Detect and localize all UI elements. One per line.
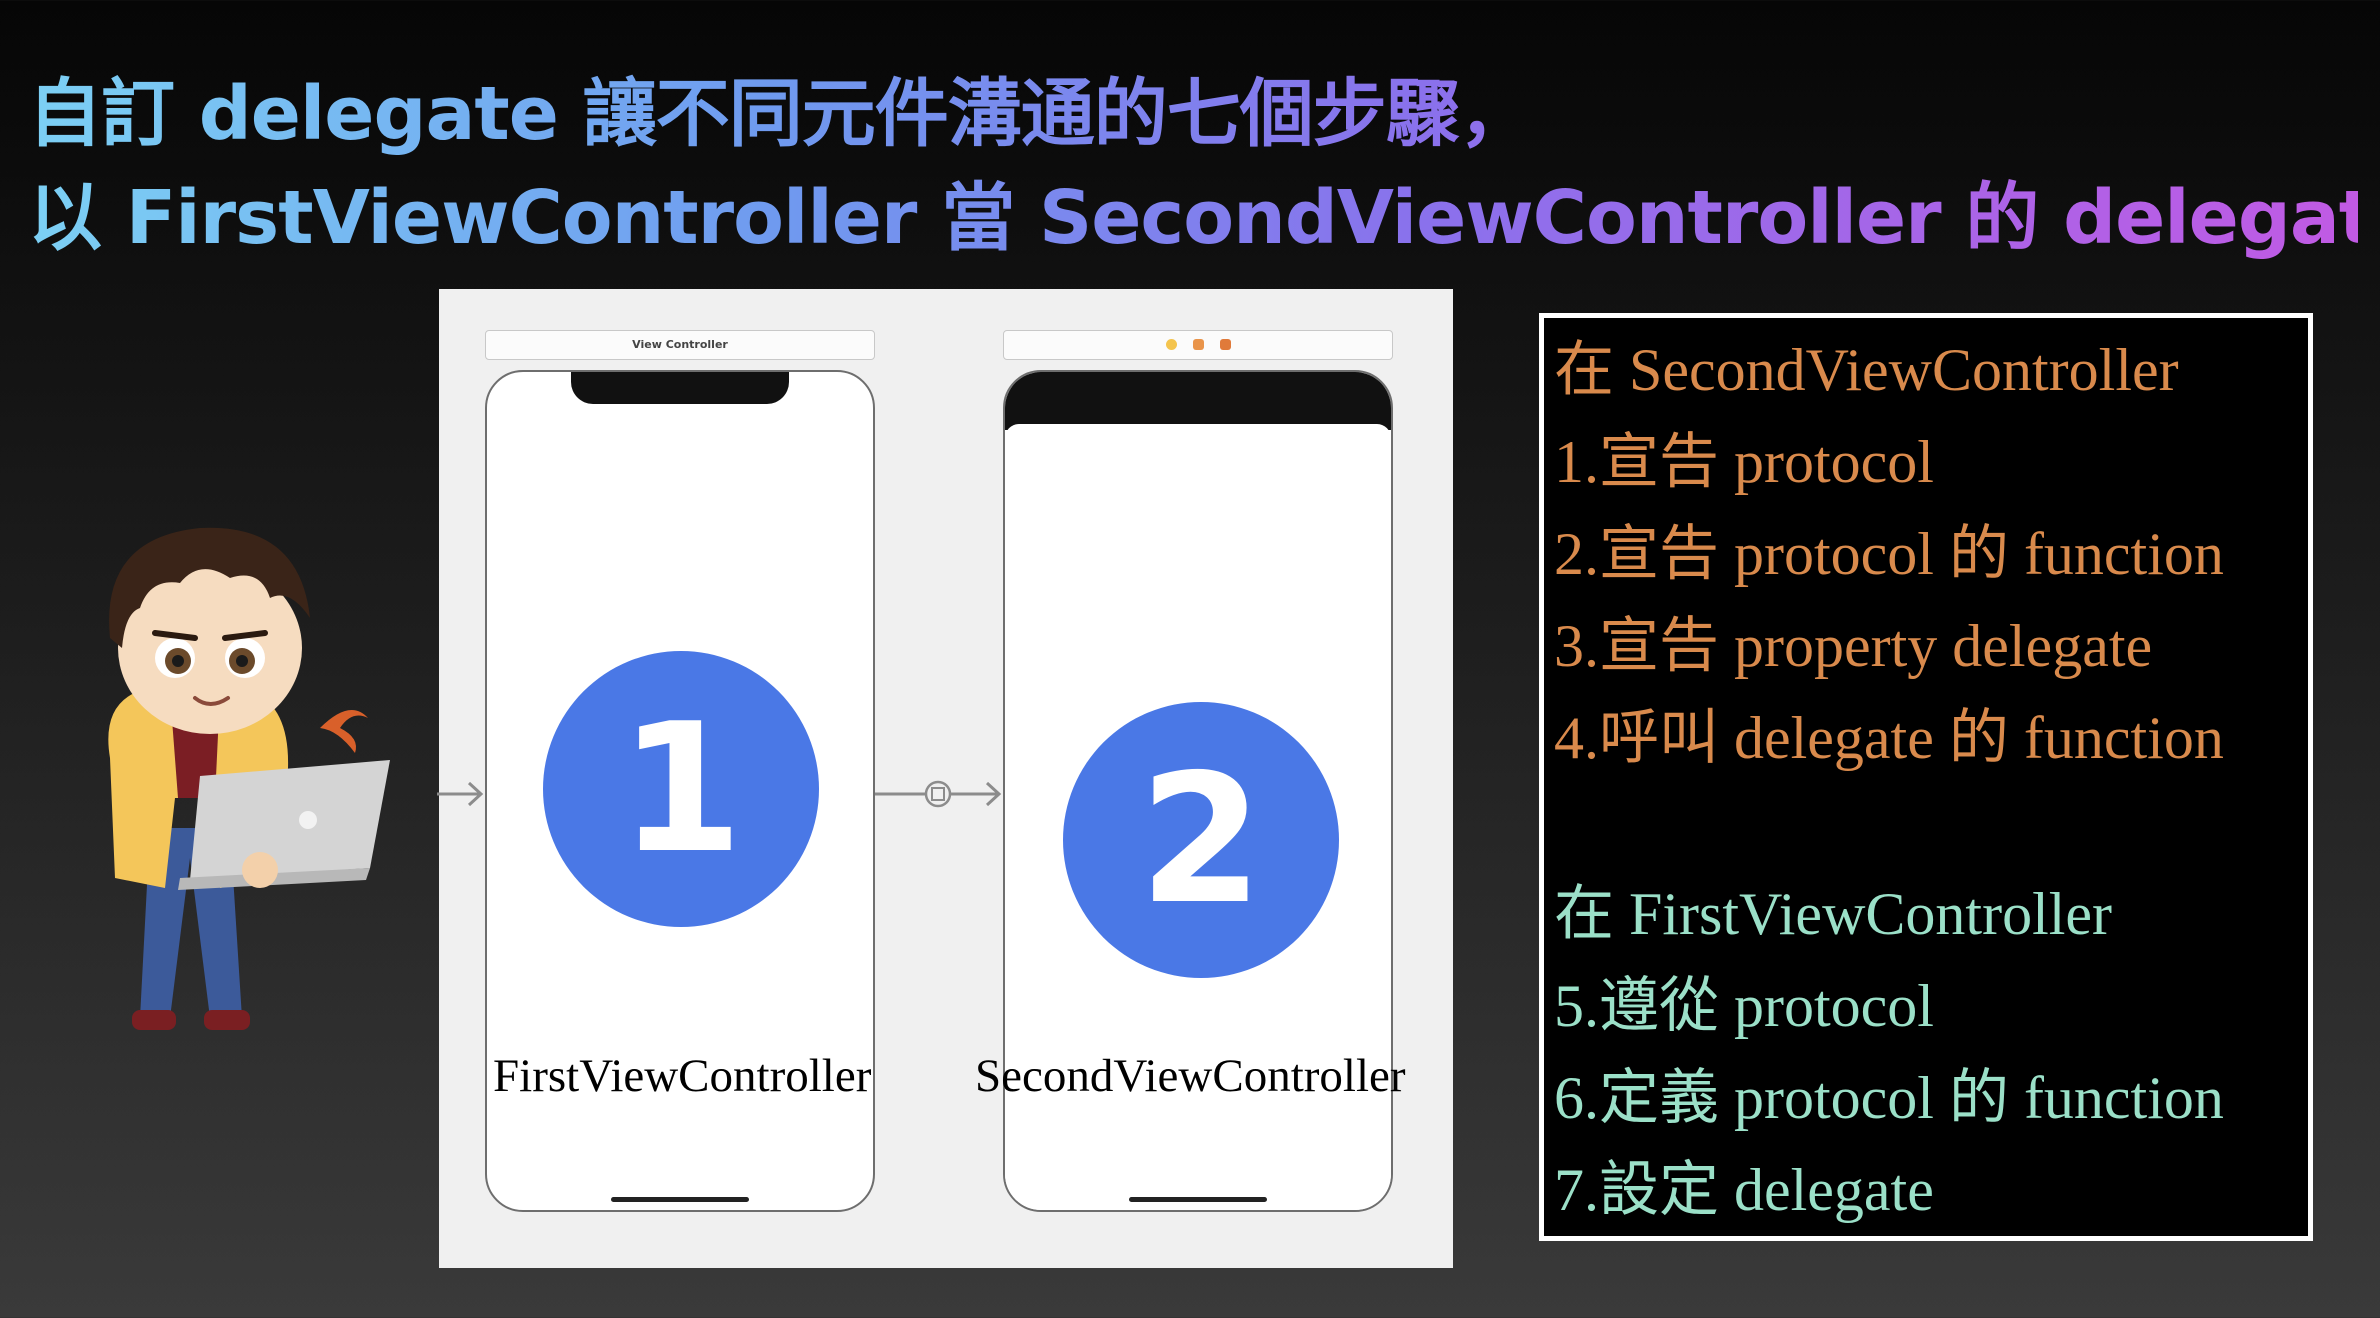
modal-presentation-top [1005,372,1391,430]
phone-notch [571,372,789,404]
steps-box: 在 SecondViewController 1.宣告 protocol 2.宣… [1539,313,2313,1241]
first-responder-icon [1192,339,1204,350]
entry-point-arrow[interactable] [437,779,487,809]
cartoon-developer-illustration [108,527,390,1030]
step-7: 7.設定 delegate [1554,1157,1934,1223]
number-1-circle: 1 [543,651,819,927]
step-4: 4.呼叫 delegate 的 function [1554,705,2224,771]
step-1: 1.宣告 protocol [1554,429,1934,495]
home-indicator [1129,1197,1267,1202]
home-indicator [611,1197,749,1202]
step-6: 6.定義 protocol 的 function [1554,1065,2224,1131]
title-line-2: 以 FirstViewController 當 SecondViewContro… [28,175,2380,261]
number-2-circle: 2 [1063,702,1339,978]
segue-arrow[interactable] [875,779,1005,809]
second-vc-heading: 在 SecondViewController [1554,337,2179,403]
first-vc-heading: 在 FirstViewController [1554,881,2113,947]
scene-2-header[interactable] [1003,330,1393,360]
exit-icon [1219,339,1231,350]
scene-1-header[interactable]: View Controller [485,330,875,360]
slide-title: 自訂 delegate 讓不同元件溝通的七個步驟， 以 FirstViewCon… [28,62,2358,270]
second-view-controller-label: SecondViewController [975,1050,1406,1102]
first-view-controller-label: FirstViewController [493,1050,872,1102]
title-line-1: 自訂 delegate 讓不同元件溝通的七個步驟， [28,71,1532,157]
step-2: 2.宣告 protocol 的 function [1554,521,2224,587]
step-5: 5.遵從 protocol [1554,973,1934,1039]
storyboard-canvas: View Controller 1 2 FirstViewController … [437,289,1453,1268]
view-controller-icon [1165,339,1177,350]
step-3: 3.宣告 property delegate [1554,613,2153,679]
